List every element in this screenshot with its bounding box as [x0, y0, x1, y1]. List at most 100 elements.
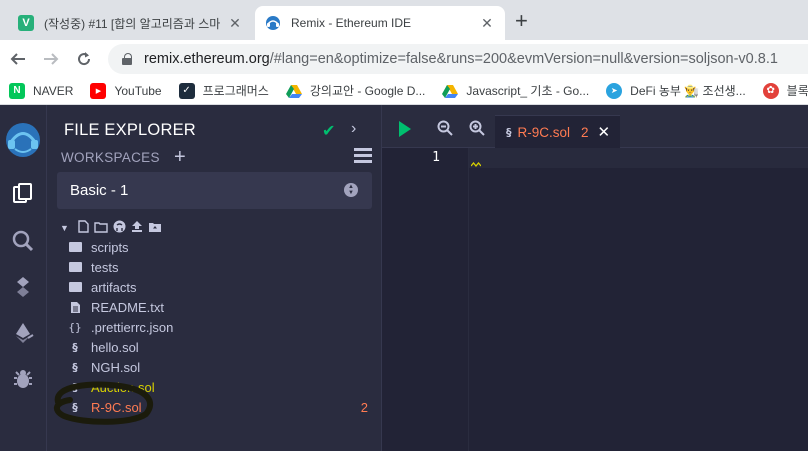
browser-toolbar: remix.ethereum.org/#lang=en&optimize=fal…: [0, 40, 808, 77]
url-host: remix.ethereum.org: [144, 51, 270, 67]
address-bar[interactable]: remix.ethereum.org/#lang=en&optimize=fal…: [108, 44, 808, 74]
browser-tab-strip: V (작성중) #11 [합의 알고리즘과 스마 ✕ Remix - Ether…: [0, 0, 808, 40]
workspace-menu-icon[interactable]: [354, 148, 372, 164]
google-drive-icon: [442, 83, 459, 99]
editor-tab-error-count: 2: [581, 124, 589, 140]
code-area[interactable]: [469, 148, 808, 451]
close-tab-icon[interactable]: ✕: [598, 123, 611, 141]
remix-favicon-icon: [265, 15, 281, 31]
bookmark-naver[interactable]: N NAVER: [9, 82, 74, 99]
highlight-scribble: [53, 381, 154, 425]
error-count-badge: 2: [360, 399, 368, 415]
bookmark-youtube[interactable]: ▶ YouTube: [90, 82, 162, 99]
naver-icon: N: [9, 82, 25, 99]
tree-item-label: README.txt: [91, 299, 164, 315]
tree-item-label: artifacts: [91, 279, 137, 295]
tree-folder[interactable]: tests: [68, 257, 378, 277]
tree-file[interactable]: § NGH.sol: [68, 357, 378, 377]
editor-tab-bar: § R-9C.sol 2 ✕: [382, 105, 808, 148]
solidity-compiler-icon[interactable]: [8, 272, 38, 302]
tree-folder[interactable]: artifacts: [68, 277, 378, 297]
editor-tab-r9c[interactable]: § R-9C.sol 2 ✕: [495, 115, 620, 148]
reload-icon[interactable]: [71, 46, 97, 72]
youtube-icon: ▶: [90, 82, 107, 99]
back-icon[interactable]: [5, 46, 31, 72]
json-file-icon: {}: [68, 320, 82, 334]
tree-item-label: hello.sol: [91, 339, 139, 355]
tree-file[interactable]: § hello.sol: [68, 337, 378, 357]
workspaces-label: WORKSPACES: [61, 150, 160, 165]
folder-upload-icon[interactable]: [148, 221, 162, 236]
bookmark-label: 블록: [786, 84, 808, 98]
bookmark-defi[interactable]: ➤ DeFi 농부 👨‍🌾 조선생...: [606, 82, 746, 99]
add-workspace-icon[interactable]: +: [174, 146, 186, 169]
text-file-icon: [68, 301, 82, 314]
bookmark-label: 프로그래머스: [202, 84, 269, 98]
select-caret-icon: ▲ ▼: [344, 183, 358, 197]
velog-favicon-icon: V: [18, 15, 34, 31]
bookmark-programmers[interactable]: ✓ 프로그래머스: [178, 82, 269, 99]
tree-item-label: NGH.sol: [91, 359, 141, 375]
folder-icon: [68, 282, 82, 292]
bookmark-google-drive-1[interactable]: 강의교안 - Google D...: [285, 82, 426, 99]
check-icon: ✔: [322, 123, 336, 140]
caret-down-icon[interactable]: ▼: [60, 223, 69, 233]
tree-item-label: scripts: [91, 239, 129, 255]
bookmark-label: NAVER: [33, 83, 74, 98]
solidity-file-icon: §: [72, 360, 78, 374]
deploy-ethereum-icon[interactable]: [8, 318, 38, 348]
bookmark-label: Javascript_ 기초 - Go...: [466, 84, 590, 98]
close-tab-icon[interactable]: ✕: [227, 15, 243, 32]
tree-file[interactable]: {} .prettierrc.json: [68, 317, 378, 337]
chevron-right-icon[interactable]: ›: [351, 120, 356, 138]
search-icon[interactable]: [8, 226, 38, 256]
folder-icon: [68, 262, 82, 272]
file-tree-toolbar: ▼: [60, 220, 167, 236]
bookmark-label: DeFi 농부 👨‍🌾 조선생...: [630, 84, 746, 98]
workspace-selected-value: Basic - 1: [70, 182, 129, 199]
bookmark-label: YouTube: [114, 83, 162, 98]
lock-icon: [122, 53, 132, 65]
browser-tab-velog[interactable]: V (작성중) #11 [합의 알고리즘과 스마 ✕: [8, 6, 253, 40]
editor-tab-label: R-9C.sol: [517, 124, 571, 140]
folder-icon: [68, 242, 82, 252]
forward-icon[interactable]: [38, 46, 64, 72]
zoom-in-icon[interactable]: [468, 119, 486, 137]
google-drive-icon: [285, 83, 302, 99]
run-play-icon[interactable]: [399, 121, 411, 137]
zoom-out-icon[interactable]: [436, 119, 454, 137]
line-number: 1: [432, 150, 440, 165]
new-tab-button[interactable]: +: [515, 9, 528, 33]
solidity-file-icon: §: [506, 125, 512, 139]
tree-folder[interactable]: scripts: [68, 237, 378, 257]
bookmarks-bar: N NAVER ▶ YouTube ✓ 프로그래머스 강의교안 - Google…: [0, 77, 808, 105]
debugger-bug-icon[interactable]: [8, 364, 38, 394]
code-editor: § R-9C.sol 2 ✕ 1: [382, 105, 808, 451]
tree-item-label: tests: [91, 259, 119, 275]
upload-icon[interactable]: [131, 220, 143, 236]
solidity-file-icon: §: [72, 340, 78, 354]
tree-item-label: .prettierrc.json: [91, 319, 174, 335]
flower-icon: ✿: [762, 82, 779, 99]
browser-tab-remix[interactable]: Remix - Ethereum IDE ✕: [255, 6, 505, 40]
workspace-select[interactable]: Basic - 1 ▲ ▼: [57, 172, 372, 209]
bookmark-google-drive-2[interactable]: Javascript_ 기초 - Go...: [442, 82, 589, 99]
close-tab-icon[interactable]: ✕: [479, 15, 495, 32]
bookmark-block[interactable]: ✿ 블록: [762, 82, 808, 99]
current-line-highlight: [469, 148, 808, 168]
tab-title: (작성중) #11 [합의 알고리즘과 스마: [44, 16, 221, 31]
remix-icon-panel: [0, 105, 47, 451]
tree-file[interactable]: README.txt: [68, 297, 378, 317]
tab-title: Remix - Ethereum IDE: [291, 16, 412, 30]
url-path: /#lang=en&optimize=false&runs=200&evmVer…: [269, 51, 778, 67]
warning-squiggle: [471, 162, 481, 168]
remix-logo-icon[interactable]: [2, 119, 44, 161]
programmers-icon: ✓: [178, 82, 195, 99]
telegram-icon: ➤: [606, 82, 623, 99]
file-explorer-icon[interactable]: [8, 179, 38, 209]
new-file-icon[interactable]: [78, 220, 89, 236]
line-number-gutter: 1: [382, 148, 469, 451]
new-folder-icon[interactable]: [94, 221, 108, 236]
bookmark-label: 강의교안 - Google D...: [309, 84, 426, 98]
github-icon[interactable]: [113, 220, 126, 236]
